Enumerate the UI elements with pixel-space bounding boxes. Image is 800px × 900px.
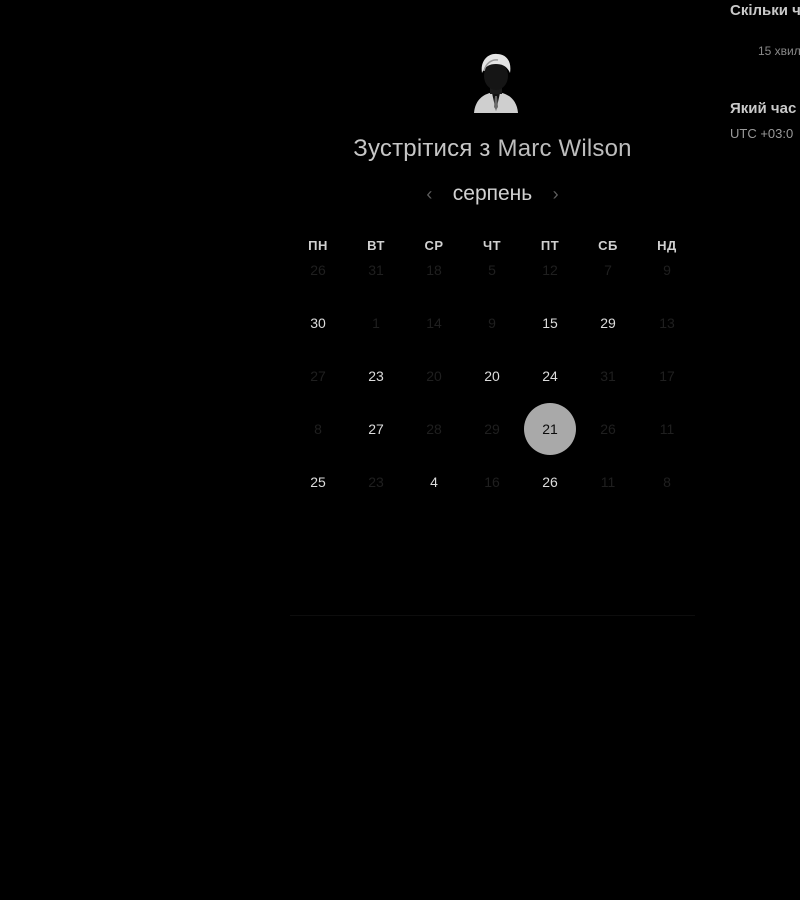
duration-heading: Скільки ч [730,2,800,19]
selected-day[interactable]: 21 [524,403,576,455]
calendar-day: 7 [604,262,612,278]
calendar-day: 23 [368,474,384,490]
calendar-day: 27 [310,368,326,384]
calendar-day: 31 [368,262,384,278]
calendar-day: 20 [426,368,442,384]
calendar-day: 1 [372,315,380,331]
calendar-day[interactable]: 27 [350,403,402,455]
duration-option[interactable]: 15 хвил [758,44,800,58]
calendar-day: 9 [663,262,671,278]
calendar-day: 29 [484,421,500,437]
calendar-day: 31 [600,368,616,384]
calendar-day[interactable]: 30 [292,297,344,349]
calendar-day: 9 [488,315,496,331]
calendar-day[interactable]: 20 [466,350,518,402]
calendar-day[interactable]: 24 [524,350,576,402]
calendar-grid: 26 31 18 5 12 7 9 30 1 14 9 15 29 13 27 23 20 20 24 31 17 8 27… [290,0,695,600]
calendar-day: 26 [600,421,616,437]
page: Зустрітися з Marc Wilson ‹ серпень › ПН … [0,0,800,900]
calendar-day: 8 [314,421,322,437]
calendar-day[interactable]: 26 [524,456,576,508]
time-heading: Який час [730,100,797,117]
calendar-day: 12 [542,262,558,278]
calendar-day: 17 [659,368,675,384]
calendar-day[interactable]: 23 [350,350,402,402]
calendar-day: 26 [310,262,326,278]
calendar-day: 14 [426,315,442,331]
calendar-day[interactable]: 4 [408,456,460,508]
side-panel: Скільки ч 15 хвил Який час UTC +03:0 [730,0,800,150]
calendar-day: 18 [426,262,442,278]
calendar-day[interactable]: 29 [582,297,634,349]
calendar-day: 13 [659,315,675,331]
calendar-day: 28 [426,421,442,437]
scheduler-panel: Зустрітися з Marc Wilson ‹ серпень › ПН … [290,0,695,616]
calendar-day[interactable]: 15 [524,297,576,349]
calendar-day: 5 [488,262,496,278]
calendar-day: 8 [663,474,671,490]
calendar-day[interactable]: 25 [292,456,344,508]
calendar-day: 16 [484,474,500,490]
calendar-day: 11 [600,474,616,490]
timezone-label[interactable]: UTC +03:0 [730,126,793,141]
calendar-day: 11 [659,421,675,437]
